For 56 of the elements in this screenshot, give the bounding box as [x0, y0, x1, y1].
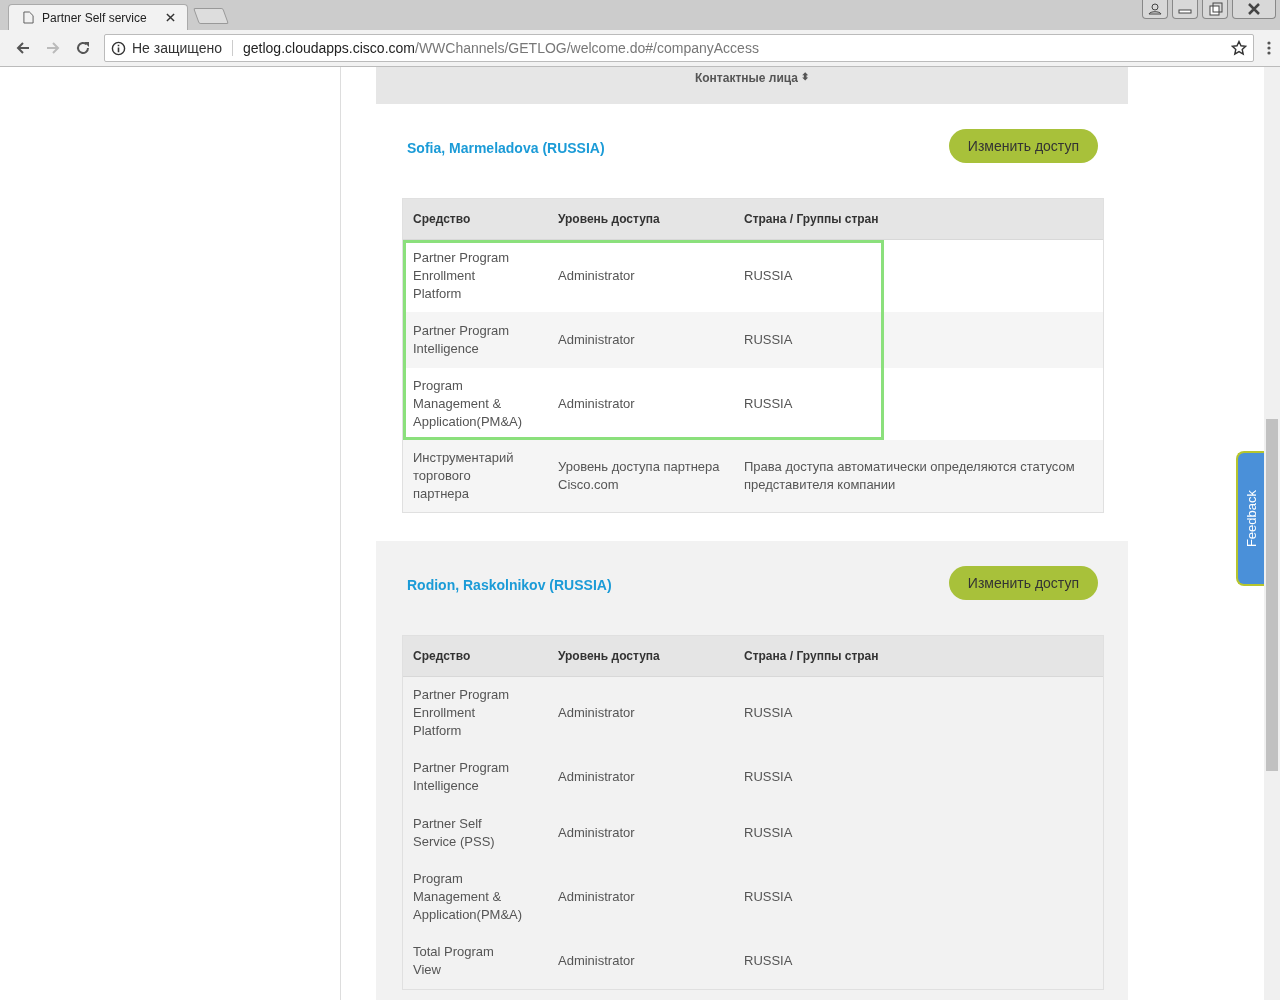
table-cell-text: RUSSIA — [743, 704, 794, 722]
restore-icon[interactable] — [1202, 0, 1228, 19]
user-icon[interactable] — [1142, 0, 1168, 19]
security-label: Не защищено — [132, 40, 233, 56]
change-access-button[interactable]: Изменить доступ — [948, 566, 1098, 600]
change-access-button[interactable]: Изменить доступ — [948, 129, 1098, 163]
table-cell-text: RUSSIA — [743, 331, 794, 349]
table-cell-text: Administrator — [557, 331, 636, 349]
back-icon[interactable] — [15, 40, 31, 56]
menu-icon[interactable] — [1267, 40, 1271, 56]
minimize-icon[interactable] — [1172, 0, 1198, 19]
close-icon[interactable] — [166, 13, 175, 22]
sort-icon[interactable]: ⬍ — [801, 71, 809, 82]
table-cell-text: Administrator — [557, 768, 636, 786]
page-icon — [23, 11, 34, 24]
table-cell-text: RUSSIA — [743, 824, 794, 842]
table-cell-text: Administrator — [557, 704, 636, 722]
column-header: Уровень доступа — [557, 649, 661, 663]
info-icon[interactable] — [111, 40, 126, 56]
table-cell-text: Program Management & Application(PM&A) — [412, 870, 524, 924]
table-cell-text: Total Program View — [412, 943, 495, 979]
table-cell-text: Administrator — [557, 395, 636, 413]
address-bar[interactable]: Не защищено getlog.cloudapps.cisco.com/WWChannels/GETLOG/welcome.do#/companyAccess — [104, 34, 1254, 62]
scrollbar-drawing[interactable] — [1264, 67, 1280, 1000]
column-header: Средство — [412, 212, 472, 226]
table-cell-text: Инструментарий торгового партнера — [412, 449, 515, 503]
table-cell-text: Partner Program Intelligence — [412, 759, 511, 795]
table-cell-text: RUSSIA — [743, 768, 794, 786]
table-cell-text: RUSSIA — [743, 952, 794, 970]
column-header: Уровень доступа — [557, 212, 661, 226]
table-cell-text: Partner Program Enrollment Platform — [412, 686, 511, 740]
column-header: Страна / Группы стран — [743, 212, 880, 226]
column-header[interactable]: Контактные лица — [694, 71, 798, 85]
table-cell-text: Права доступа автоматически определяются статусом представителя компании — [743, 458, 1076, 494]
column-header: Средство — [412, 649, 472, 663]
browser-tab[interactable]: Partner Self service — [8, 4, 188, 30]
contact-name-link[interactable]: Sofia, Marmeladova (RUSSIA) — [407, 140, 605, 156]
table-cell-text: RUSSIA — [743, 888, 794, 906]
feedback-tab[interactable]: Feedback — [1236, 451, 1264, 586]
table-cell-text: RUSSIA — [743, 267, 794, 285]
table-cell-text: Administrator — [557, 952, 636, 970]
table-cell-text: Partner Program Intelligence — [412, 322, 511, 358]
table-cell-text: Administrator — [557, 888, 636, 906]
close-icon[interactable] — [1232, 0, 1276, 19]
table-cell-text: Program Management & Application(PM&A) — [412, 377, 524, 431]
bookmark-star-icon[interactable] — [1231, 40, 1247, 56]
tab-title: Partner Self service — [42, 10, 148, 25]
reload-icon[interactable] — [75, 40, 91, 56]
column-header: Страна / Группы стран — [743, 649, 880, 663]
table-cell-text: Partner Program Enrollment Platform — [412, 249, 511, 303]
table-cell-text: Administrator — [557, 267, 636, 285]
table-cell-text: Уровень доступа партнера Cisco.com — [557, 458, 721, 494]
table-cell-text: Administrator — [557, 824, 636, 842]
table-cell-text: Partner Self Service (PSS) — [412, 815, 496, 851]
url-text: getlog.cloudapps.cisco.com/WWChannels/GETLOG/welcome.do#/companyAccess — [243, 40, 760, 56]
table-cell-text: RUSSIA — [743, 395, 794, 413]
